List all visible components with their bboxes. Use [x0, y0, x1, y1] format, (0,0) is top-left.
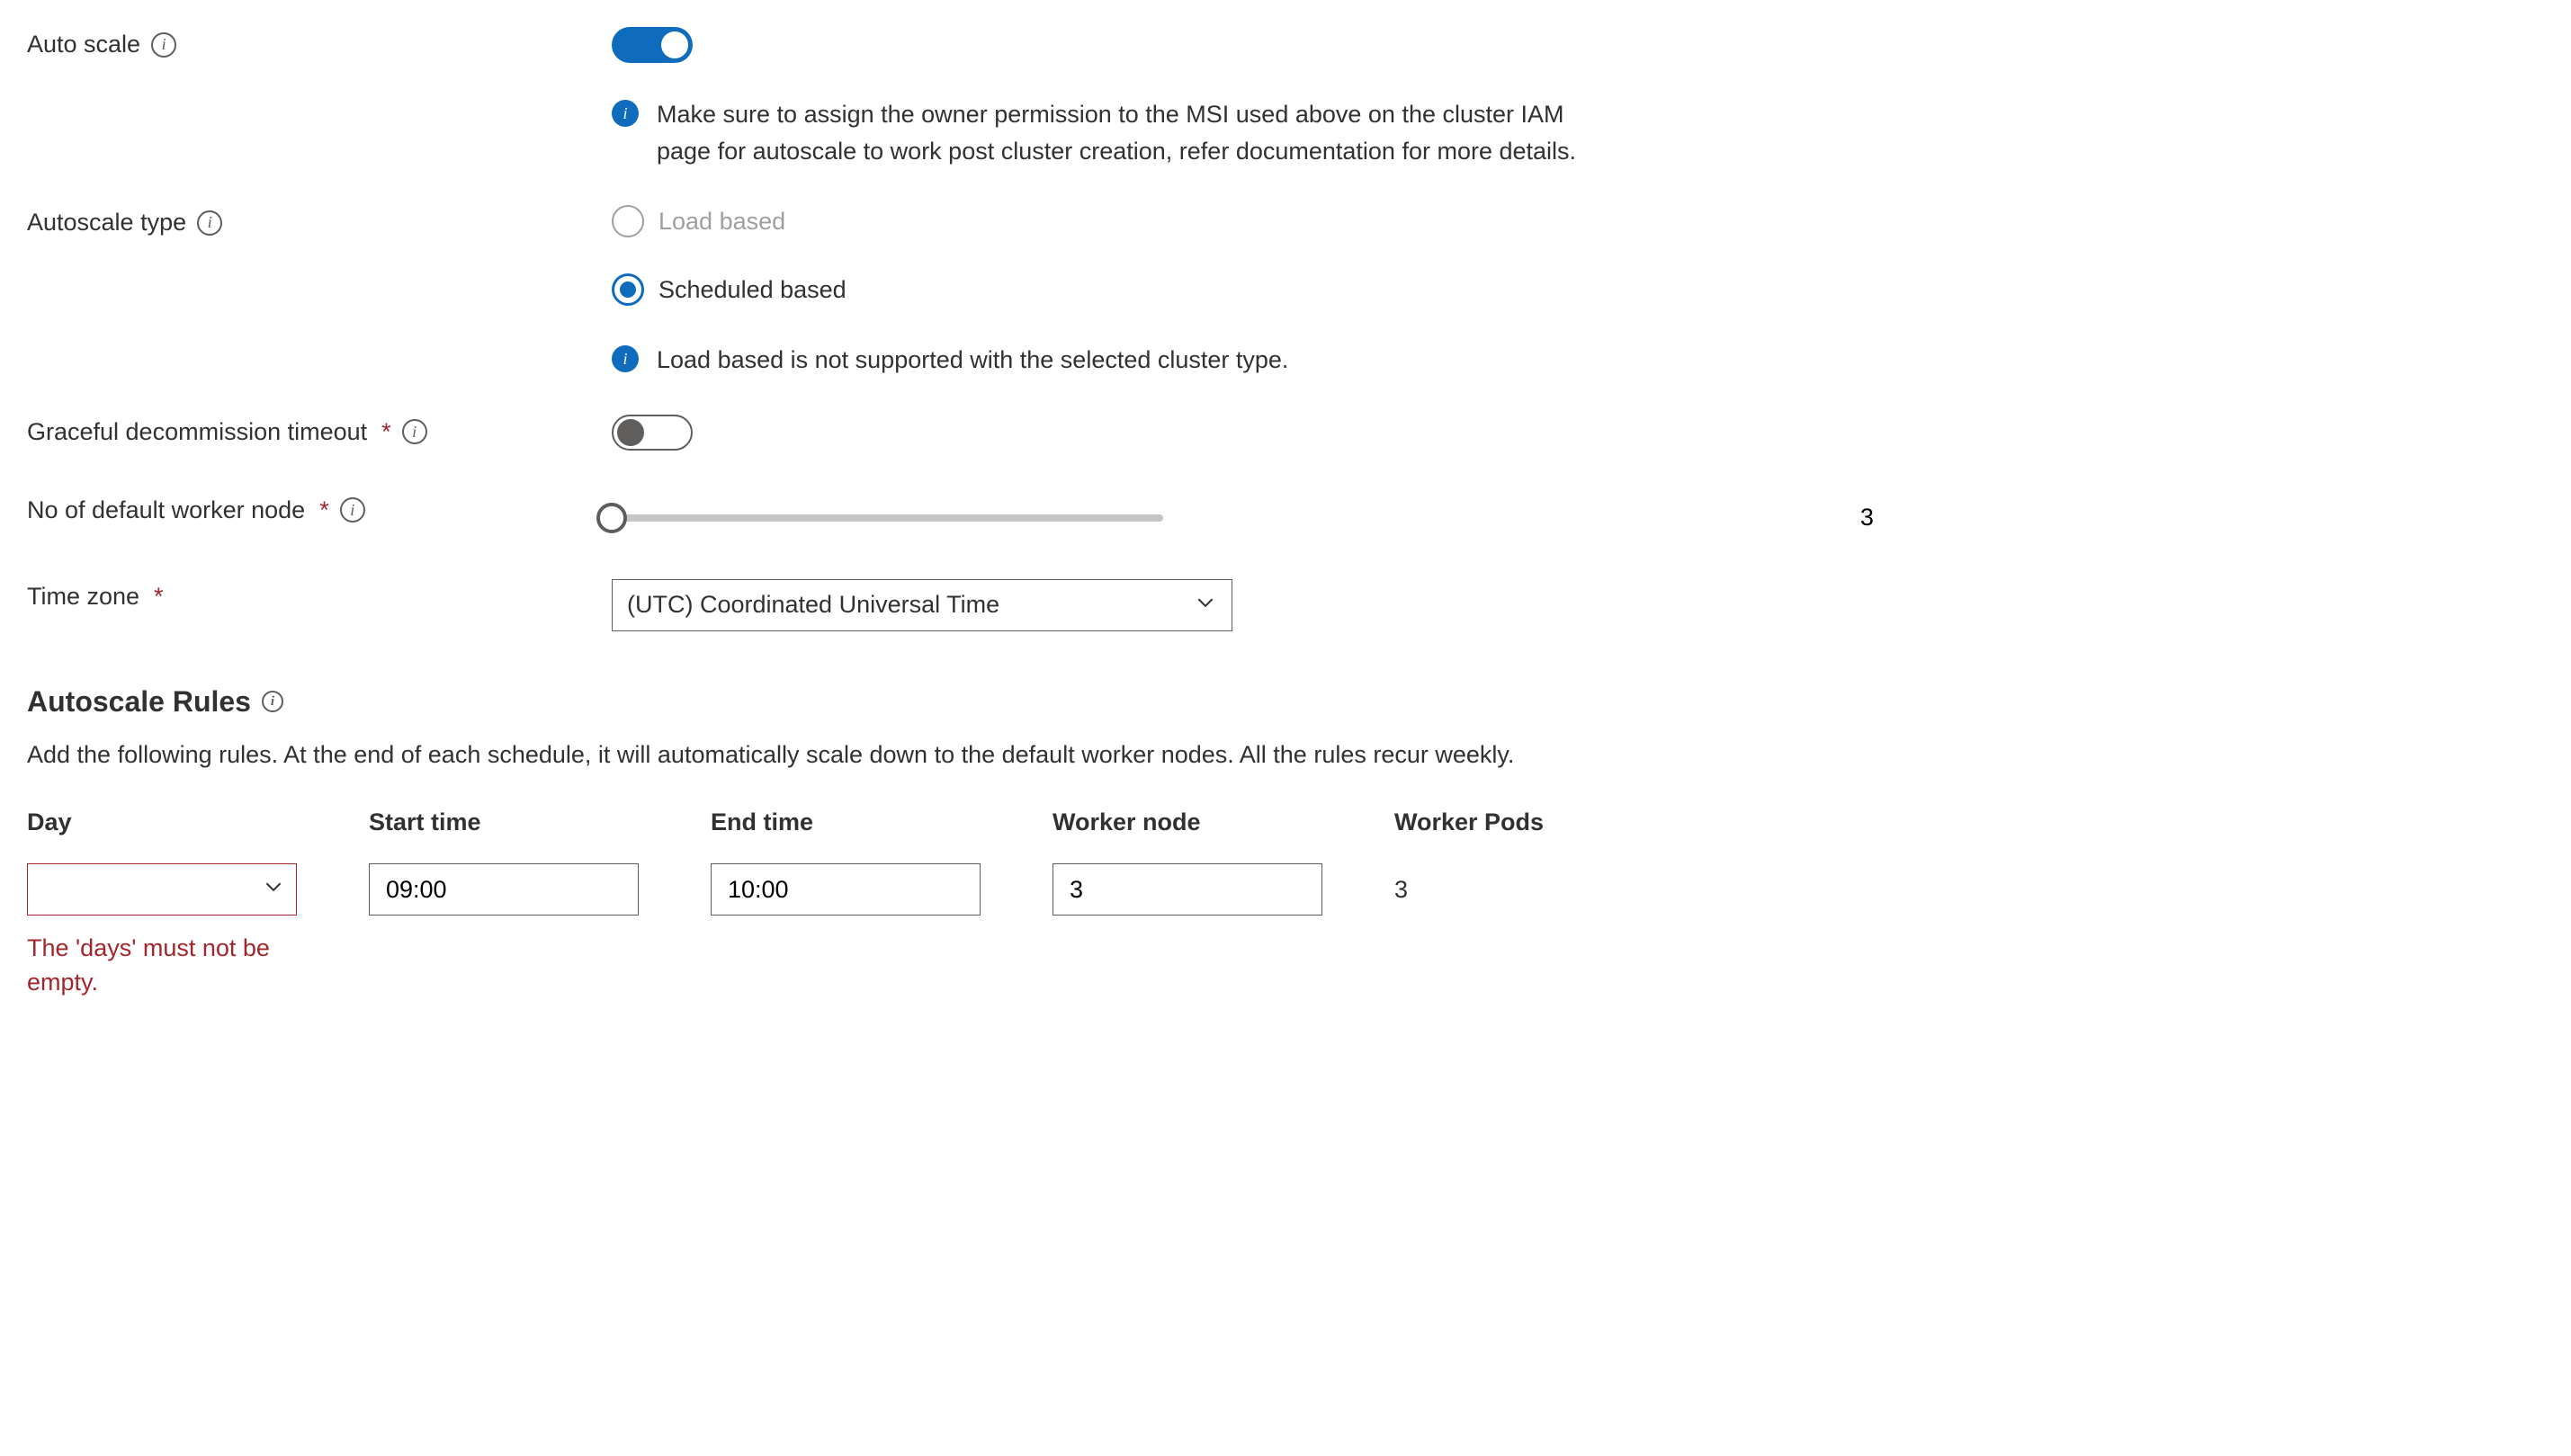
rule-row: The 'days' must not be empty. 3	[27, 863, 2544, 1000]
col-start-header: Start time	[369, 808, 675, 836]
radio-scheduled-label: Scheduled based	[658, 276, 847, 304]
radio-load-based: Load based	[612, 205, 2544, 237]
col-day-header: Day	[27, 808, 333, 836]
info-icon[interactable]: i	[197, 210, 222, 236]
rules-description: Add the following rules. At the end of e…	[27, 737, 1610, 773]
required-indicator: *	[381, 418, 391, 446]
day-select[interactable]	[27, 863, 297, 916]
default-workers-slider[interactable]	[612, 514, 1163, 522]
required-indicator: *	[319, 496, 329, 524]
chevron-down-icon	[1194, 590, 1217, 620]
info-badge-icon: i	[612, 100, 639, 127]
info-icon[interactable]: i	[340, 497, 365, 523]
info-icon[interactable]: i	[262, 691, 283, 712]
start-time-value[interactable]	[384, 875, 623, 905]
chevron-down-icon	[262, 875, 285, 905]
info-icon[interactable]: i	[151, 32, 176, 58]
col-end-header: End time	[711, 808, 1017, 836]
msi-info-message: i Make sure to assign the owner permissi…	[612, 96, 1601, 169]
graceful-label: Graceful decommission timeout	[27, 418, 367, 446]
radio-icon	[612, 205, 644, 237]
worker-pods-value: 3	[1394, 863, 1574, 916]
default-workers-label: No of default worker node	[27, 496, 305, 524]
col-node-header: Worker node	[1053, 808, 1358, 836]
autoscale-type-label: Autoscale type	[27, 209, 186, 237]
info-icon[interactable]: i	[402, 419, 427, 444]
load-unsupported-message: i Load based is not supported with the s…	[612, 342, 1601, 379]
required-indicator: *	[154, 583, 164, 611]
load-unsupported-text: Load based is not supported with the sel…	[657, 342, 1288, 379]
graceful-toggle[interactable]	[612, 415, 693, 451]
timezone-select[interactable]: (UTC) Coordinated Universal Time	[612, 579, 1232, 631]
worker-node-input[interactable]	[1053, 863, 1322, 916]
end-time-value[interactable]	[726, 875, 965, 905]
msi-info-text: Make sure to assign the owner permission…	[657, 96, 1601, 169]
default-workers-input[interactable]	[1190, 493, 2544, 543]
radio-load-label: Load based	[658, 208, 785, 236]
timezone-label: Time zone	[27, 583, 139, 611]
timezone-value: (UTC) Coordinated Universal Time	[627, 591, 999, 619]
auto-scale-toggle[interactable]	[612, 27, 693, 63]
start-time-input[interactable]	[369, 863, 639, 916]
rules-heading: Autoscale Rules	[27, 685, 251, 719]
auto-scale-label: Auto scale	[27, 31, 140, 58]
end-time-input[interactable]	[711, 863, 981, 916]
col-pods-header: Worker Pods	[1394, 808, 1574, 836]
worker-node-value[interactable]	[1068, 875, 1307, 905]
radio-icon	[612, 273, 644, 306]
day-error-message: The 'days' must not be empty.	[27, 932, 297, 1000]
radio-scheduled-based[interactable]: Scheduled based	[612, 273, 2544, 306]
info-badge-icon: i	[612, 345, 639, 372]
slider-thumb[interactable]	[596, 503, 627, 533]
